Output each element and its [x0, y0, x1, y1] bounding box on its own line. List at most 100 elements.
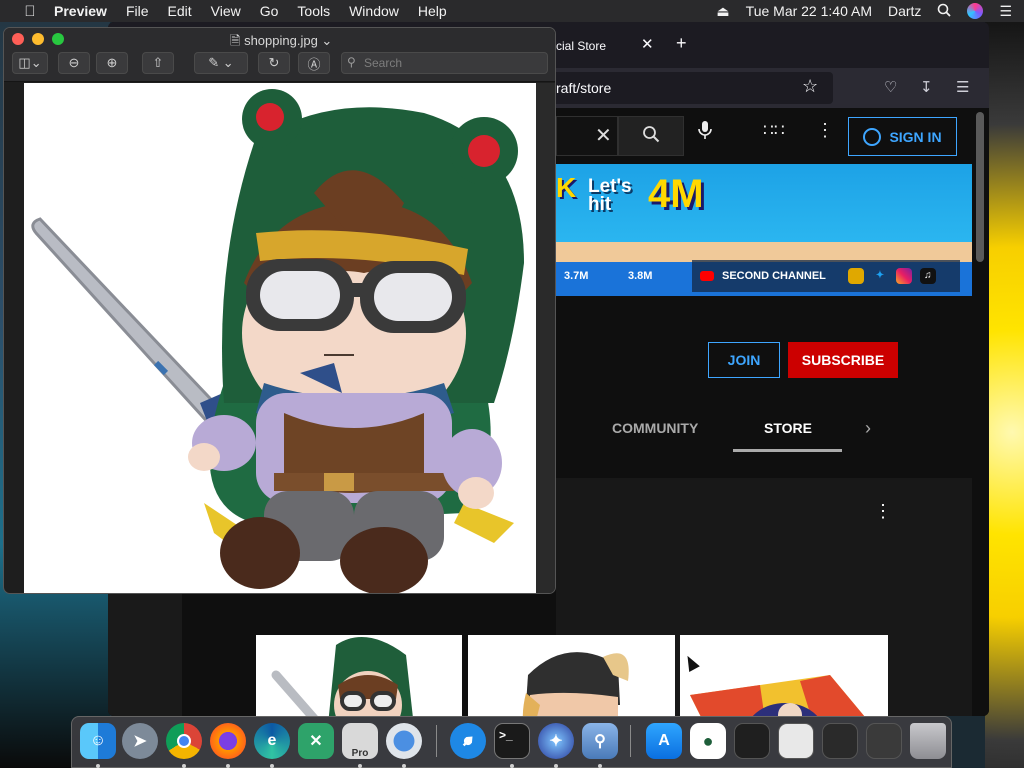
- new-tab-icon[interactable]: +: [676, 33, 687, 54]
- instagram-icon[interactable]: [895, 268, 912, 284]
- terminal-icon[interactable]: >_: [494, 723, 530, 759]
- downloads-icon[interactable]: ↧: [920, 78, 933, 96]
- browser-tab-title[interactable]: cial Store: [556, 39, 606, 53]
- running-indicator: [96, 764, 100, 768]
- close-window-icon[interactable]: [12, 33, 24, 45]
- zoom-window-icon[interactable]: [52, 33, 64, 45]
- hamburger-menu-icon[interactable]: ☰: [956, 78, 969, 96]
- user-icon: [863, 127, 882, 146]
- plush-product-image: [256, 635, 462, 716]
- window-thumbnail-3-icon[interactable]: [822, 723, 858, 759]
- chevron-right-icon[interactable]: ›: [865, 418, 871, 439]
- menu-clock[interactable]: Tue Mar 22 1:40 AM: [746, 3, 872, 19]
- zoom-in-button[interactable]: ⊕: [96, 52, 128, 74]
- menu-user[interactable]: Dartz: [888, 3, 921, 19]
- tab-community[interactable]: COMMUNITY: [612, 420, 698, 436]
- menu-bar:  Preview File Edit View Go Tools Window…: [0, 0, 1024, 22]
- yt-search-button[interactable]: [618, 116, 684, 156]
- banner-goal: 4M: [648, 172, 704, 216]
- sign-in-label: SIGN IN: [889, 128, 942, 145]
- chrome-icon[interactable]: [166, 723, 202, 759]
- sign-in-button[interactable]: SIGN IN: [848, 117, 957, 156]
- disk-utility-icon[interactable]: Pro: [342, 723, 378, 759]
- left-sidebar-sliver: [108, 594, 182, 716]
- yt-search-input[interactable]: ✕: [556, 116, 618, 156]
- banner-lets-hit: Let's hit: [588, 176, 632, 215]
- pocket-icon[interactable]: ♡: [884, 78, 897, 96]
- channel-banner: K Let's hit 4M 3.7M 3.8M SECOND CHANNEL …: [556, 164, 972, 296]
- app-store-icon[interactable]: A: [646, 723, 682, 759]
- menu-help[interactable]: Help: [418, 3, 447, 19]
- eject-icon[interactable]: ⏏: [716, 3, 729, 20]
- banner-logo-fragment: K: [556, 172, 577, 203]
- microphone-icon[interactable]: [698, 120, 712, 145]
- preview-filename-text: shopping.jpg: [244, 33, 318, 48]
- shelf-more-icon[interactable]: ⋮: [874, 501, 892, 522]
- menu-go[interactable]: Go: [260, 3, 279, 19]
- preview-search-input[interactable]: Search: [341, 52, 548, 74]
- page-scrollbar[interactable]: [976, 112, 984, 262]
- twitter-icon[interactable]: ✦: [872, 268, 888, 284]
- running-indicator: [226, 764, 230, 768]
- sidebar-toggle-button[interactable]: ◫⌄: [12, 52, 48, 74]
- product-card-mousepad[interactable]: C: [680, 635, 888, 716]
- product-card-plush[interactable]: [256, 635, 462, 716]
- share-button[interactable]: ⇧: [142, 52, 174, 74]
- youtube-logo-icon[interactable]: [700, 271, 714, 281]
- running-indicator: [270, 764, 274, 768]
- product-card-hat[interactable]: [468, 635, 675, 716]
- siri-icon[interactable]: [967, 3, 984, 19]
- apple-menu-icon[interactable]: : [20, 3, 40, 20]
- url-bar[interactable]: raft/store: [548, 72, 833, 104]
- edge-icon[interactable]: e: [254, 723, 290, 759]
- rotate-button[interactable]: ↻: [258, 52, 290, 74]
- minimize-window-icon[interactable]: [32, 33, 44, 45]
- markup-pen-button[interactable]: ✎ ⌄: [194, 52, 248, 74]
- preview-app-icon[interactable]: ⚲: [582, 723, 618, 759]
- apps-grid-icon[interactable]: ∷∷: [763, 121, 785, 141]
- window-thumbnail-2-icon[interactable]: [778, 723, 814, 759]
- launchpad-icon[interactable]: ➤: [122, 723, 158, 759]
- control-center-icon[interactable]: ☰: [999, 3, 1012, 20]
- second-channel-link[interactable]: SECOND CHANNEL: [722, 270, 826, 282]
- zoom-out-button[interactable]: ⊖: [58, 52, 90, 74]
- finder-icon[interactable]: ☺: [80, 723, 116, 759]
- safari-icon[interactable]: ➚: [450, 723, 486, 759]
- menu-edit[interactable]: Edit: [168, 3, 192, 19]
- running-indicator: [358, 764, 362, 768]
- menu-tools[interactable]: Tools: [297, 3, 330, 19]
- aerial-icon[interactable]: ✦: [538, 723, 574, 759]
- menu-view[interactable]: View: [211, 3, 241, 19]
- tab-close-icon[interactable]: ✕: [641, 35, 654, 53]
- window-thumbnail-1-icon[interactable]: [734, 723, 770, 759]
- firefox-icon[interactable]: [210, 723, 246, 759]
- mousepad-product-image: C: [680, 635, 888, 716]
- bookmark-star-icon[interactable]: ☆: [802, 76, 818, 97]
- window-thumbnail-4-icon[interactable]: [866, 723, 902, 759]
- spotlight-search-icon[interactable]: [937, 3, 952, 20]
- chromium-icon[interactable]: [386, 723, 422, 759]
- dock: ☺ ➤ e ✕ Pro ➚ >_ ✦ ⚲ A ●: [71, 716, 952, 768]
- preview-image-canvas[interactable]: [24, 83, 536, 593]
- menu-window[interactable]: Window: [349, 3, 399, 19]
- preview-filename[interactable]: 🗎 shopping.jpg ⌄: [230, 32, 332, 54]
- website-icon[interactable]: [847, 268, 864, 284]
- xcode-helper-icon[interactable]: ✕: [298, 723, 334, 759]
- menu-file[interactable]: File: [126, 3, 149, 19]
- plush-doll-image: [24, 83, 536, 593]
- dock-separator: [436, 725, 437, 757]
- running-indicator: [598, 764, 602, 768]
- markup-toolbar-button[interactable]: Ⓐ: [298, 52, 330, 74]
- active-tab-indicator: [733, 449, 842, 452]
- running-indicator: [554, 764, 558, 768]
- desktop-wallpaper-right: [985, 22, 1024, 768]
- join-button[interactable]: JOIN: [708, 342, 780, 378]
- subscribe-button[interactable]: SUBSCRIBE: [788, 342, 898, 378]
- tab-store[interactable]: STORE: [764, 420, 812, 436]
- plush-thumbnail-icon[interactable]: ●: [690, 723, 726, 759]
- search-icon: [643, 126, 660, 143]
- menu-app-name[interactable]: Preview: [54, 3, 107, 19]
- more-vert-icon[interactable]: ⋮: [816, 120, 834, 141]
- trash-icon[interactable]: [910, 723, 946, 759]
- tiktok-icon[interactable]: ♫: [919, 268, 936, 284]
